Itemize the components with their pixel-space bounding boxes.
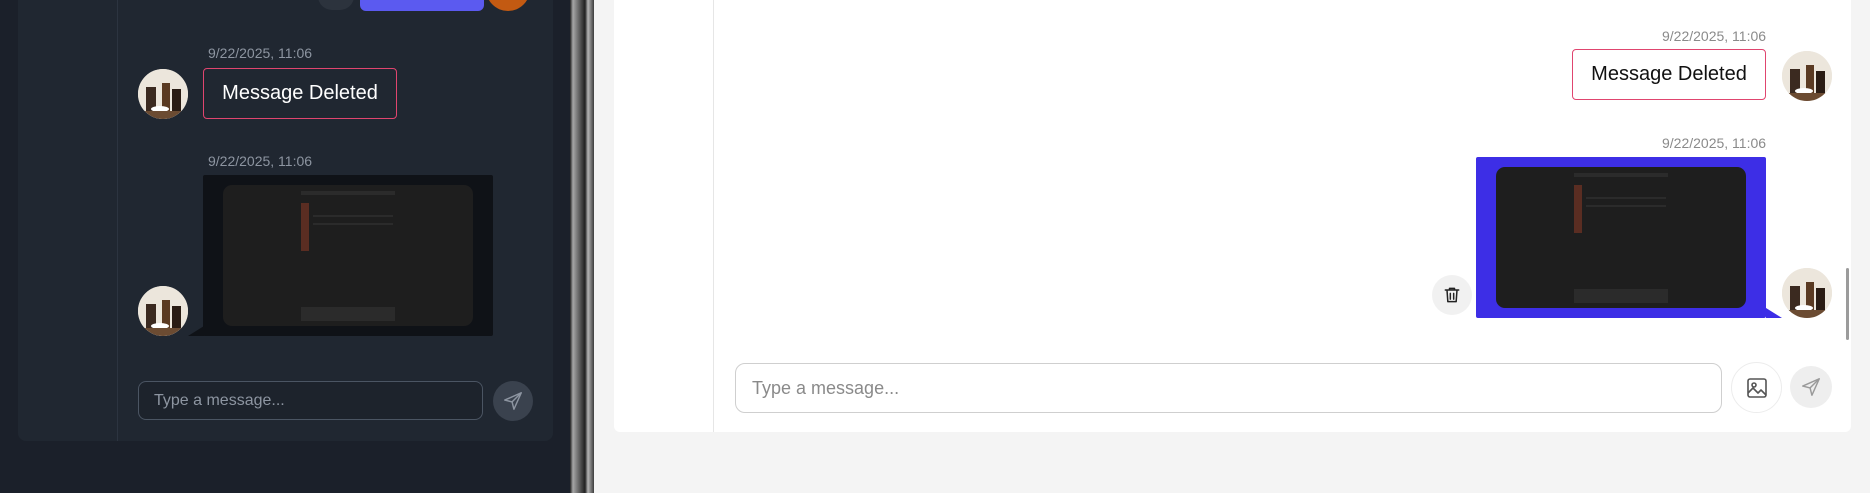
scrollbar-thumb[interactable] (1846, 268, 1849, 340)
left-partial-message-bubble (360, 0, 484, 11)
image-message-bubble[interactable] (203, 175, 493, 336)
avatar (1782, 51, 1832, 101)
left-chat-sidebar (18, 0, 118, 441)
message-timestamp: 9/22/2025, 11:06 (208, 45, 313, 61)
avatar (138, 69, 188, 119)
image-icon (1746, 377, 1767, 398)
avatar (1782, 268, 1832, 318)
attach-image-button[interactable] (1731, 362, 1782, 413)
right-chat-sidebar (614, 0, 714, 432)
trash-icon (1444, 287, 1460, 303)
image-attachment-thumbnail[interactable] (223, 185, 473, 326)
avatar (138, 286, 188, 336)
message-timestamp: 9/22/2025, 11:06 (1662, 28, 1767, 44)
message-timestamp: 9/22/2025, 11:06 (1662, 135, 1767, 151)
delete-message-button[interactable] (1432, 275, 1472, 315)
send-icon (504, 392, 522, 410)
send-icon (1802, 378, 1820, 396)
message-input[interactable]: Type a message... (735, 363, 1722, 413)
window-splitter[interactable] (570, 0, 594, 493)
message-timestamp: 9/22/2025, 11:06 (208, 153, 313, 169)
image-message-bubble[interactable] (1476, 157, 1766, 318)
deleted-message-bubble: Message Deleted (1572, 49, 1766, 100)
deleted-message-bubble: Message Deleted (203, 68, 397, 119)
send-button[interactable] (493, 381, 533, 421)
bubble-tail (188, 326, 204, 336)
message-input[interactable]: Type a message... (138, 381, 483, 420)
send-button[interactable] (1790, 366, 1832, 408)
bubble-tail (1766, 308, 1782, 318)
image-attachment-thumbnail[interactable] (1496, 167, 1746, 308)
